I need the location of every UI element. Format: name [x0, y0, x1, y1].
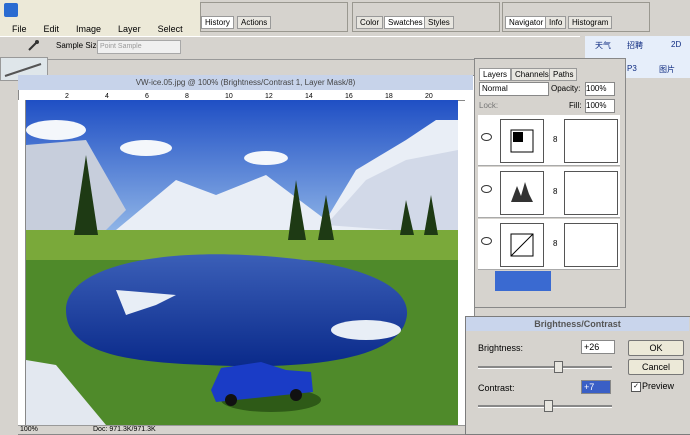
brightness-input[interactable]: +26: [581, 340, 615, 354]
tab-channels[interactable]: Channels: [511, 68, 553, 81]
ruler-mark-label: 10: [225, 93, 233, 100]
ruler-mark-label: 16: [345, 93, 353, 100]
eye-icon[interactable]: [481, 185, 492, 193]
tab-styles[interactable]: Styles: [424, 16, 454, 29]
layer-row-brightness[interactable]: 8: [478, 115, 620, 166]
link-weather[interactable]: 天气: [595, 40, 611, 51]
layer-row-levels[interactable]: 8: [478, 167, 620, 218]
background-layer-thumbnail[interactable]: [495, 271, 551, 291]
brightness-slider-knob[interactable]: [554, 361, 564, 373]
brightness-slider-track[interactable]: [478, 366, 612, 369]
layer-mask-thumbnail: [564, 119, 618, 163]
blend-mode-select[interactable]: Normal: [479, 82, 549, 96]
contrast-input[interactable]: +7: [581, 380, 611, 394]
contrast-slider-knob[interactable]: [543, 400, 553, 412]
ruler-marks: 2 4 6 8 10 12 14 16 18 20: [65, 93, 433, 100]
eye-icon[interactable]: [481, 237, 492, 245]
menu-layer[interactable]: Layer: [106, 22, 146, 36]
levels-thumbnail: [500, 171, 544, 215]
curves-thumbnail: [500, 223, 544, 267]
eyedropper-icon[interactable]: [26, 39, 40, 53]
app-logo-icon: [4, 3, 18, 17]
preview-checkbox[interactable]: ✓: [631, 382, 641, 392]
tab-histogram[interactable]: Histogram: [568, 16, 613, 29]
link-2d[interactable]: 2D: [671, 40, 681, 49]
preview-label: Preview: [642, 381, 675, 391]
fill-label: Fill:: [569, 101, 582, 110]
dialog-title: Brightness/Contrast: [466, 317, 689, 331]
ruler-mark-label: 14: [305, 93, 313, 100]
opacity-field[interactable]: 100%: [585, 82, 615, 96]
layer-row-curves[interactable]: 8: [478, 219, 620, 270]
link-mp3[interactable]: P3: [627, 64, 637, 73]
chain-link-icon[interactable]: 8: [553, 135, 557, 144]
sample-size-select[interactable]: Point Sample: [97, 40, 181, 54]
image-canvas[interactable]: [26, 100, 458, 425]
link-images[interactable]: 图片: [659, 64, 675, 75]
document-title: VW-ice.05.jpg @ 100% (Brightness/Contras…: [18, 75, 473, 90]
layers-footer-icons: [479, 295, 619, 303]
ruler-mark-label: 4: [105, 93, 109, 100]
opacity-label: Opacity:: [551, 84, 581, 93]
ruler-mark-label: 20: [425, 93, 433, 100]
brightness-contrast-dialog: [465, 316, 690, 435]
ruler-mark-label: 18: [385, 93, 393, 100]
layer-mask-thumbnail: [564, 171, 618, 215]
tab-color[interactable]: Color: [356, 16, 384, 29]
link-jobs[interactable]: 招聘: [627, 40, 643, 51]
tab-actions[interactable]: Actions: [237, 16, 272, 29]
ok-button[interactable]: OK: [628, 340, 684, 356]
menu-bar: File Edit Image Layer Select Filter View…: [0, 0, 281, 36]
menu-file[interactable]: File: [0, 22, 32, 36]
cancel-button[interactable]: Cancel: [628, 359, 684, 375]
ruler-vertical: [18, 100, 26, 425]
adjustment-thumbnail: [500, 119, 544, 163]
tab-navigator[interactable]: Navigator: [505, 16, 548, 29]
tab-layers[interactable]: Layers: [479, 68, 512, 81]
eye-icon[interactable]: [481, 133, 492, 141]
ruler-mark-label: 8: [185, 93, 189, 100]
tab-info[interactable]: Info: [545, 16, 567, 29]
tab-paths[interactable]: Paths: [549, 68, 578, 81]
chain-link-icon[interactable]: 8: [553, 239, 557, 248]
chain-link-icon[interactable]: 8: [553, 187, 557, 196]
ruler-mark-label: 2: [65, 93, 69, 100]
layers-panel: Layers Channels Paths Normal Opacity: 10…: [474, 58, 626, 308]
ruler-mark-label: 12: [265, 93, 273, 100]
tab-swatches[interactable]: Swatches: [384, 16, 427, 29]
lock-label: Lock:: [479, 101, 499, 110]
contrast-label: Contrast:: [478, 383, 515, 393]
ruler-mark-label: 6: [145, 93, 149, 100]
menu-edit[interactable]: Edit: [32, 22, 65, 36]
layer-mask-thumbnail: [564, 223, 618, 267]
fill-field[interactable]: 100%: [585, 99, 615, 113]
menu-select[interactable]: Select: [146, 22, 188, 36]
brightness-label: Brightness:: [478, 343, 524, 353]
tab-history[interactable]: History: [201, 16, 234, 29]
menu-image[interactable]: Image: [64, 22, 106, 36]
